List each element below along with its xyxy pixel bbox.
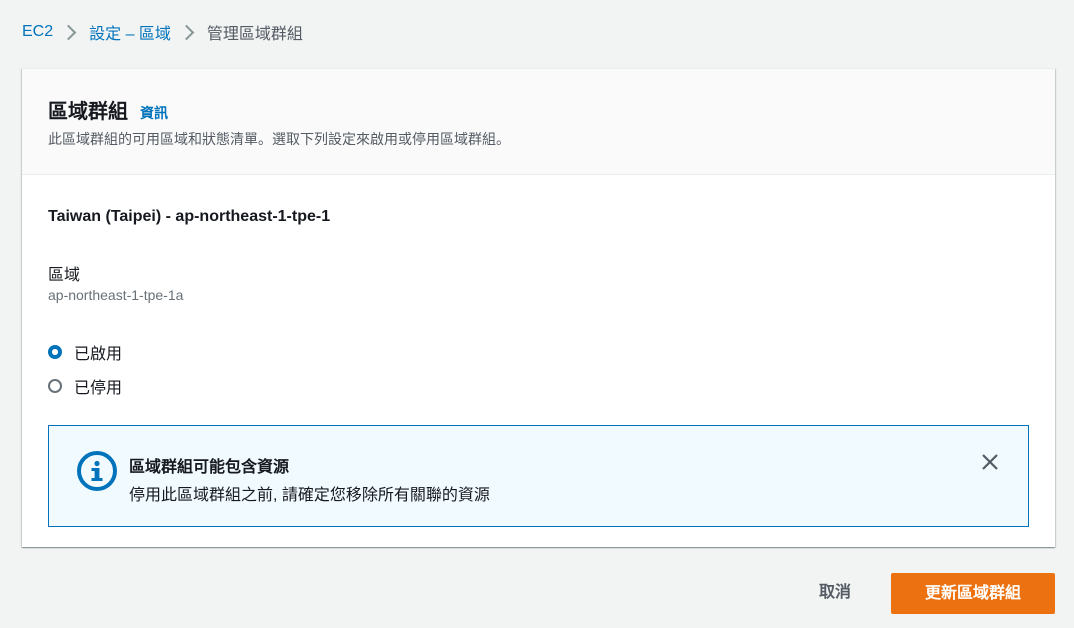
radio-enabled-label: 已啟用 bbox=[74, 346, 123, 363]
panel-title: 區域群組 bbox=[48, 101, 128, 123]
info-icon bbox=[77, 451, 117, 491]
info-link[interactable]: 資訊 bbox=[140, 103, 168, 123]
radio-option-disabled[interactable]: 已停用 bbox=[48, 374, 122, 398]
cancel-button[interactable]: 取消 bbox=[796, 573, 874, 613]
info-alert: 區域群組可能包含資源 停用此區域群組之前, 請確定您移除所有關聯的資源 bbox=[48, 425, 1029, 527]
breadcrumb: EC2 設定 – 區域 管理區域群組 bbox=[22, 20, 303, 44]
chevron-right-icon bbox=[171, 20, 207, 44]
alert-title: 區域群組可能包含資源 bbox=[129, 459, 290, 476]
panel-header: 區域群組 資訊 此區域群組的可用區域和狀態清單。選取下列設定來啟用或停用區域群組… bbox=[22, 69, 1055, 175]
breadcrumb-ec2-link[interactable]: EC2 bbox=[22, 23, 53, 41]
panel-description: 此區域群組的可用區域和狀態清單。選取下列設定來啟用或停用區域群組。 bbox=[48, 131, 510, 147]
zone-label: 區域 bbox=[48, 267, 81, 284]
breadcrumb-current-page: 管理區域群組 bbox=[206, 26, 303, 43]
panel-title-row: 區域群組 資訊 bbox=[48, 95, 168, 124]
zone-value: ap-northeast-1-tpe-1a bbox=[48, 287, 184, 303]
radio-option-enabled[interactable]: 已啟用 bbox=[48, 340, 122, 364]
chevron-right-icon bbox=[53, 20, 89, 44]
radio-disabled-label: 已停用 bbox=[74, 380, 123, 397]
radio-disabled-control[interactable] bbox=[48, 379, 62, 393]
zone-group-panel: 區域群組 資訊 此區域群組的可用區域和狀態清單。選取下列設定來啟用或停用區域群組… bbox=[22, 68, 1055, 547]
close-icon[interactable] bbox=[980, 452, 1000, 472]
zone-group-name: Taiwan (Taipei) - ap-northeast-1-tpe-1 bbox=[48, 208, 331, 225]
breadcrumb-settings-zones-link[interactable]: 設定 – 區域 bbox=[89, 20, 171, 44]
radio-enabled-control[interactable] bbox=[48, 345, 62, 359]
alert-text: 停用此區域群組之前, 請確定您移除所有關聯的資源 bbox=[129, 487, 490, 504]
update-zone-group-button[interactable]: 更新區域群組 bbox=[891, 573, 1055, 614]
